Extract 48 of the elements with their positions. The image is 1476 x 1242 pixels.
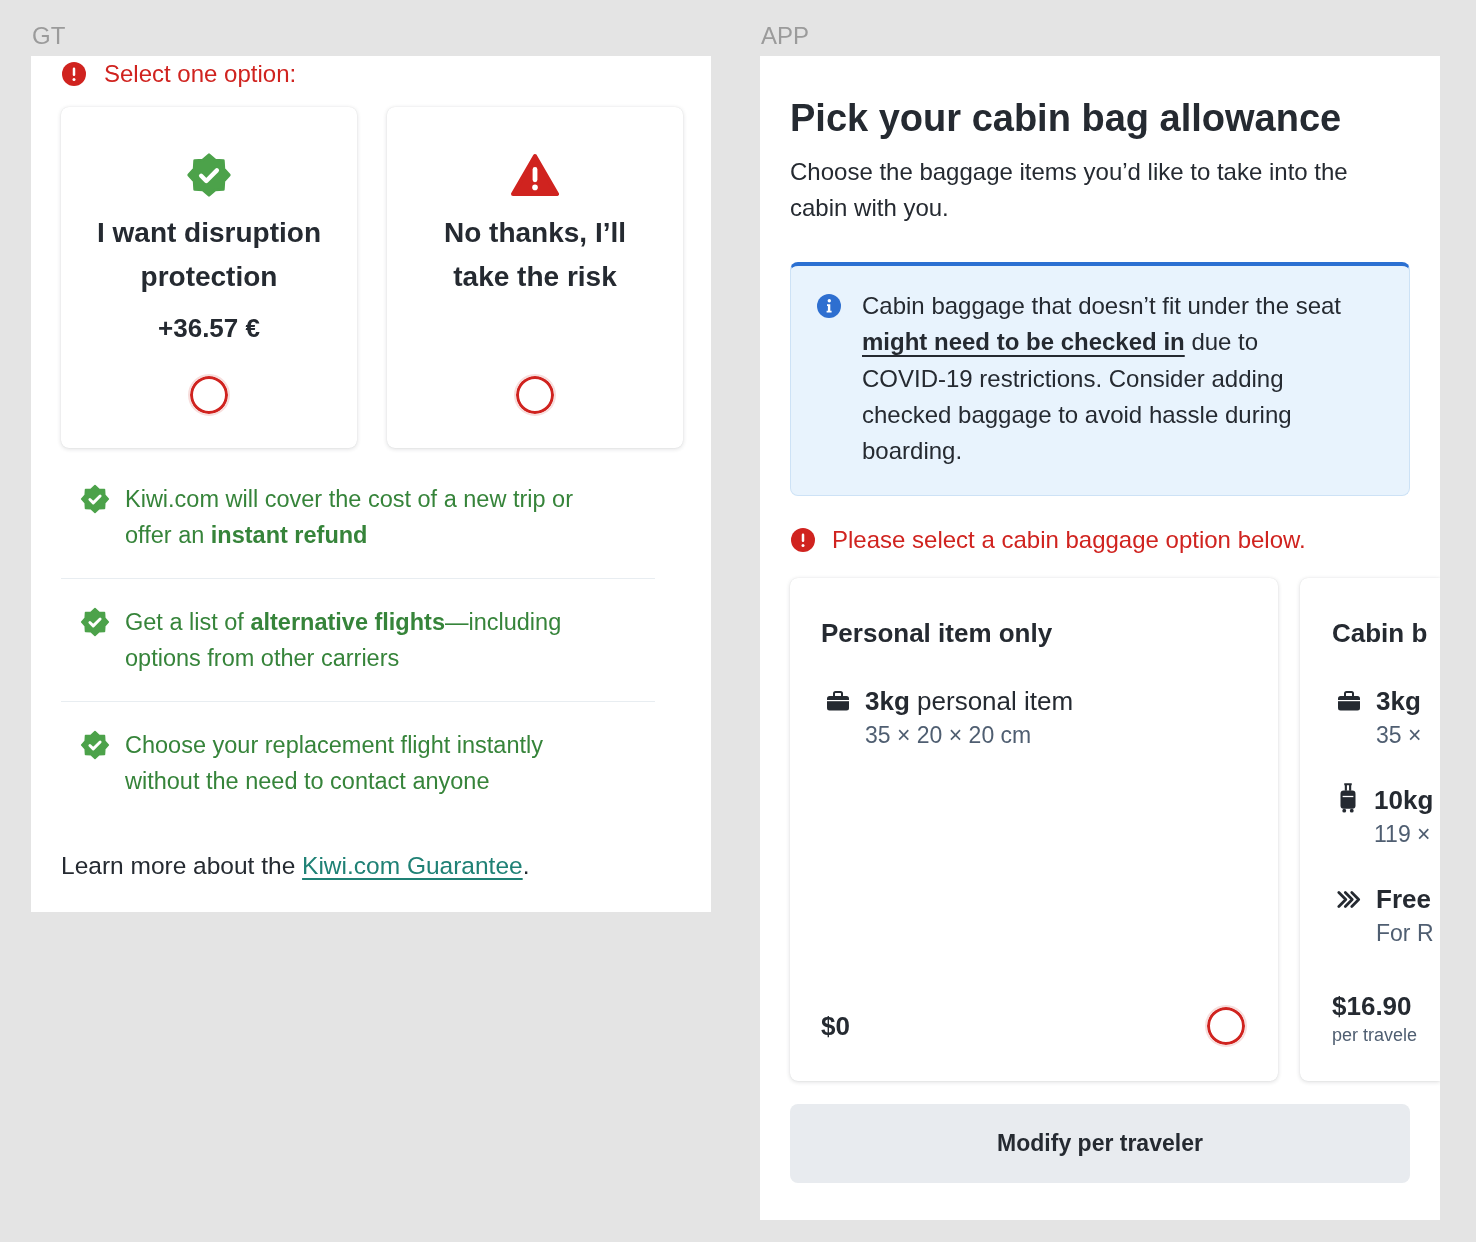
radio-button[interactable]: [514, 374, 556, 416]
error-message: Select one option:: [104, 59, 297, 89]
option-card[interactable]: I want disruption protection +36.57 €: [61, 107, 357, 448]
bag-option-card[interactable]: Personal item only 3kg personal item 35 × 20 × 20 cm $0: [790, 578, 1278, 1082]
info-icon: [817, 294, 841, 318]
badge-check-icon: [80, 730, 110, 760]
learn-more-text: Learn more about the Kiwi.com Guarantee.: [61, 851, 531, 881]
option-card[interactable]: No thanks, I’ll take the risk: [387, 107, 683, 448]
item-name: 3kg: [1376, 685, 1422, 719]
item-size: 119 ×: [1374, 820, 1432, 849]
chevrons-icon: [1337, 890, 1361, 910]
guarantee-link[interactable]: Kiwi.com Guarantee: [302, 852, 523, 879]
option-title: No thanks, I’ll take the risk: [443, 216, 627, 294]
radio-button[interactable]: [188, 374, 230, 416]
error-icon: [62, 62, 86, 86]
badge-check-icon: [80, 484, 110, 514]
item-name: 3kg personal item: [865, 685, 1074, 719]
modify-button[interactable]: Modify per traveler: [790, 1104, 1410, 1184]
option-title: Cabin b: [1332, 618, 1429, 649]
item-size: 35 ×: [1376, 721, 1422, 750]
page-title: Pick your cabin bag allowance: [790, 96, 1343, 141]
warning-icon: [511, 152, 559, 198]
price: $0: [821, 1010, 850, 1044]
badge-check-icon: [185, 152, 233, 198]
benefit-text: Get a list of alternative flights—including options from other carriers: [125, 608, 563, 673]
panel-label: APP: [760, 22, 810, 50]
price: $16.90: [1332, 990, 1413, 1024]
info-text: Cabin baggage that doesn’t fit under the seat might need to be checked in due to COVID-19 restrictions. Consider adding checked baggage to avoid hassle during boarding.: [862, 291, 1342, 467]
error-icon: [791, 528, 815, 553]
option-title: Personal item only: [821, 618, 1054, 649]
briefcase-icon: [1337, 690, 1361, 712]
benefit-text: Kiwi.com will cover the cost of a new trip or offer an instant refund: [125, 485, 574, 550]
item-size: For R: [1376, 919, 1434, 948]
page-subtitle: Choose the baggage items you’d like to take into the cabin with you.: [790, 157, 1349, 223]
error-message: Please select a cabin baggage option below.: [832, 525, 1306, 556]
checked-in-link[interactable]: might need to be checked in: [862, 328, 1185, 356]
price-note: per travele: [1332, 1024, 1418, 1048]
badge-check-icon: [80, 607, 110, 637]
option-price: +36.57 €: [158, 312, 260, 345]
panel-label: GT: [31, 22, 66, 50]
item-size: 35 × 20 × 20 cm: [865, 721, 1033, 750]
bag-option-card[interactable]: Cabin b 3kg 35 × 10kg 119 × Free For R $16.90 per travele: [1300, 578, 1440, 1082]
briefcase-icon: [826, 690, 850, 712]
item-name: Free: [1376, 883, 1432, 917]
item-name: 10kg: [1374, 784, 1434, 818]
option-title: I want disruption protection: [96, 216, 322, 294]
radio-button[interactable]: [1205, 1005, 1247, 1048]
benefit-text: Choose your replacement flight instantly without the need to contact anyone: [125, 731, 544, 796]
